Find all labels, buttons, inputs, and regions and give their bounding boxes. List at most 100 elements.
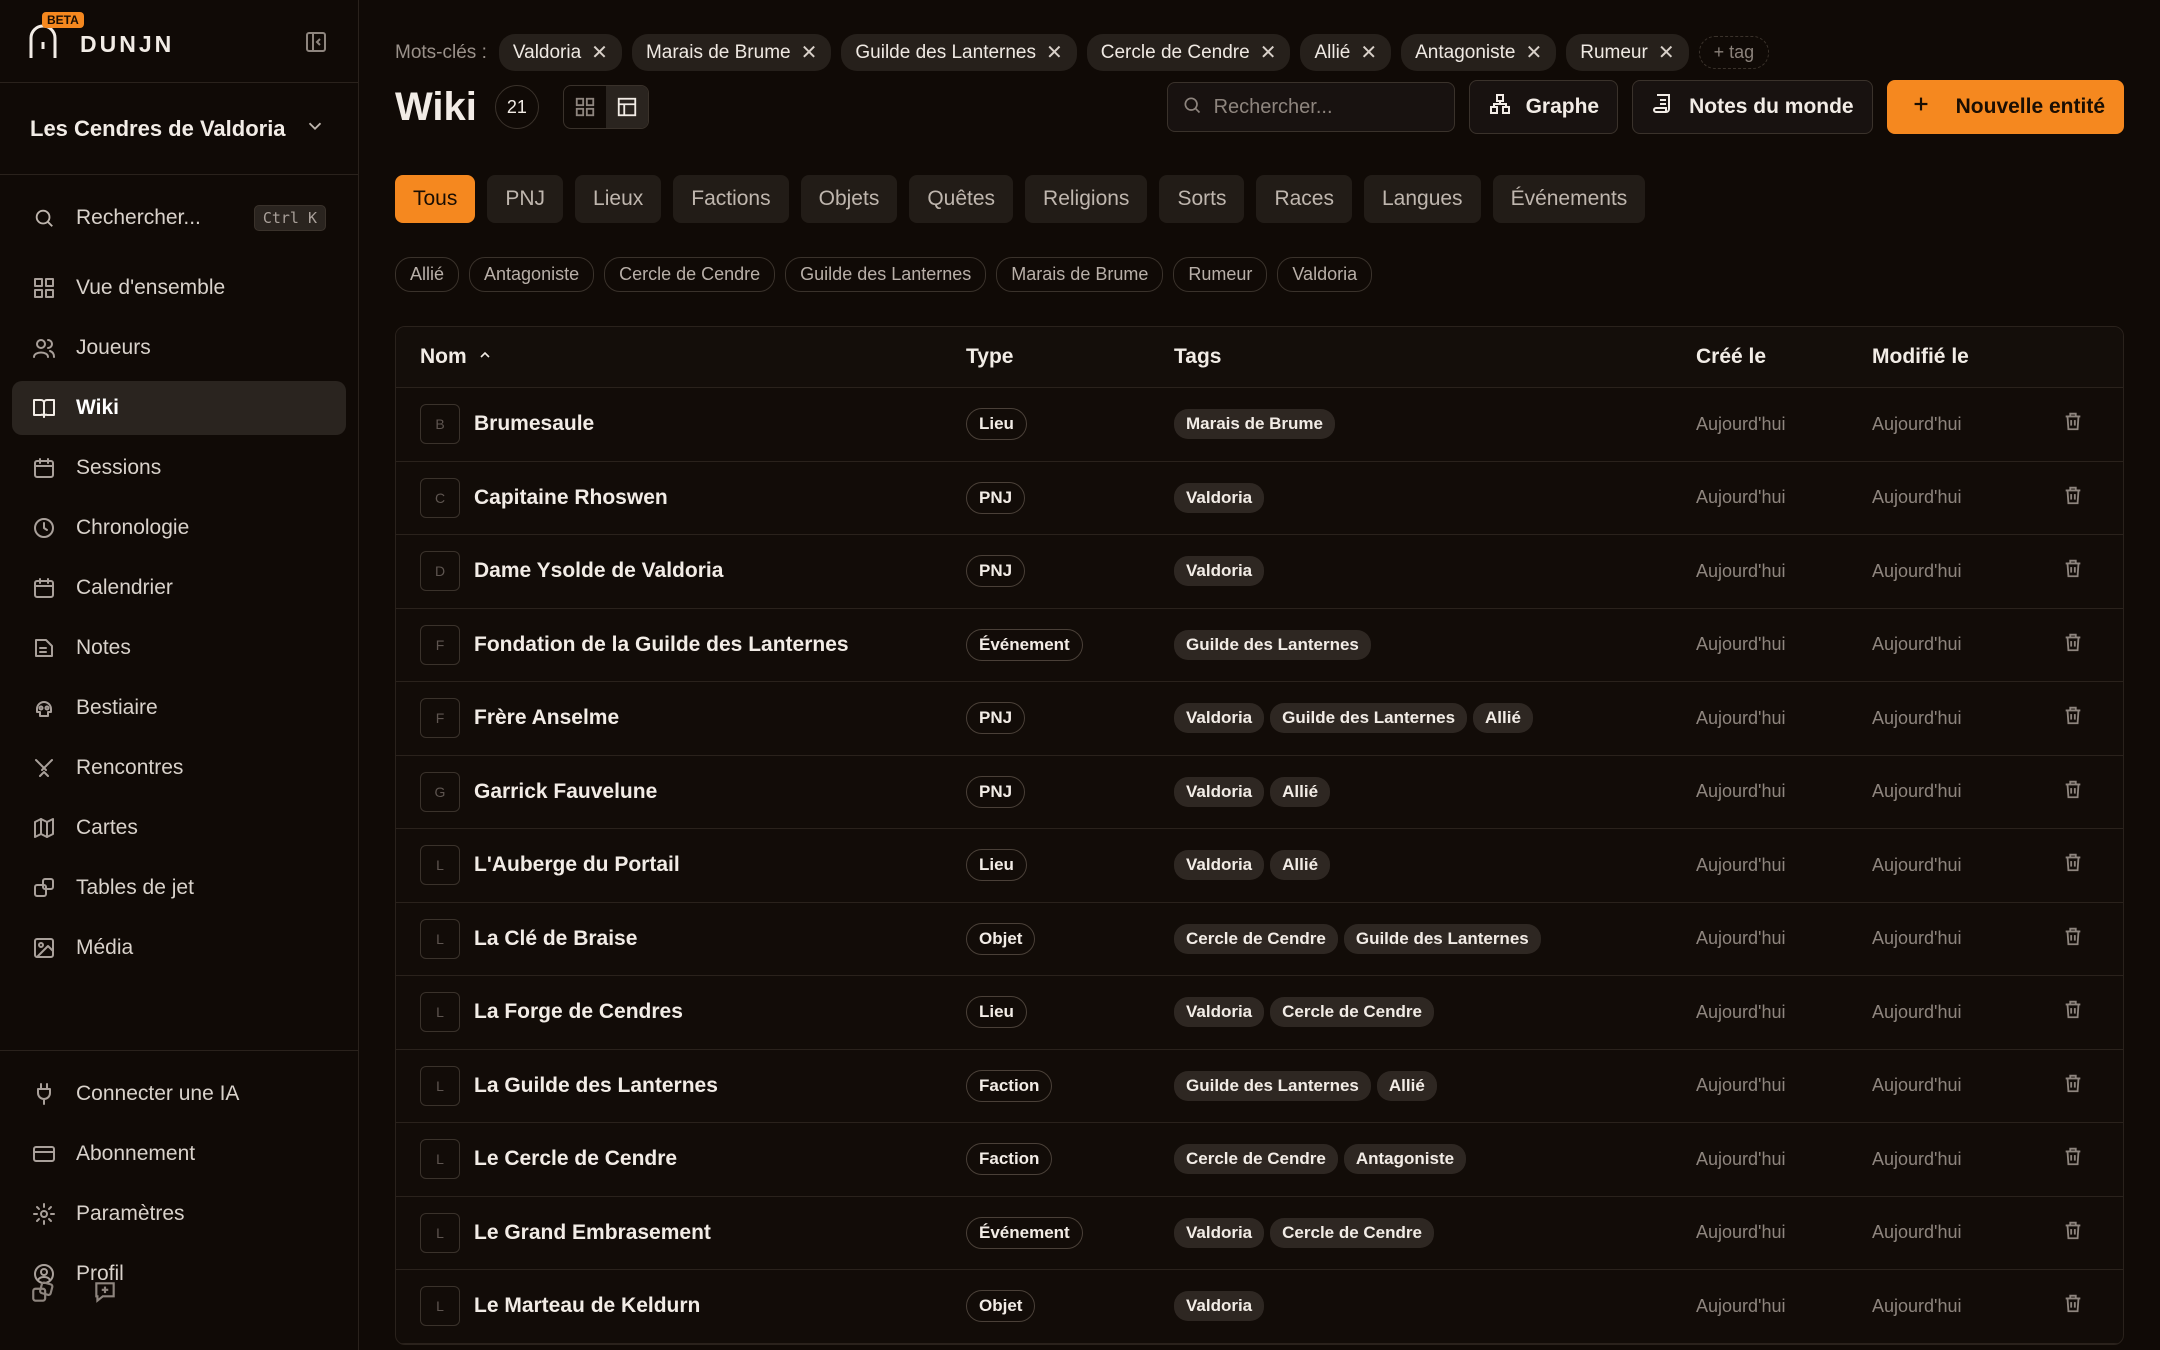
sidebar-item-chronologie[interactable]: Chronologie (12, 501, 346, 555)
sidebar-item-tables-de-jet[interactable]: Tables de jet (12, 861, 346, 915)
sidebar-item-abonnement[interactable]: Abonnement (12, 1127, 346, 1181)
table-row[interactable]: L L'Auberge du Portail Lieu Valdoria Allié Au… (396, 829, 2123, 903)
entity-name[interactable]: Brumesaule (474, 412, 594, 436)
entity-name[interactable]: Capitaine Rhoswen (474, 486, 668, 510)
table-row[interactable]: L La Clé de Braise Objet Cercle de Cendre Gu… (396, 903, 2123, 976)
trash-icon[interactable] (2062, 484, 2084, 512)
sidebar-item-bestiaire[interactable]: Bestiaire (12, 681, 346, 735)
table-row[interactable]: F Fondation de la Guilde des Lanternes Évé… (396, 609, 2123, 682)
trash-icon[interactable] (2062, 778, 2084, 806)
wiki-search[interactable] (1166, 82, 1455, 132)
tab-quetes[interactable]: Quêtes (909, 175, 1014, 223)
entity-name[interactable]: Le Marteau de Keldurn (474, 1294, 700, 1318)
table-row[interactable]: L Le Cercle de Cendre Faction Cercle de Cen… (396, 1123, 2123, 1197)
tag-filter-rumeur[interactable]: Rumeur (1173, 257, 1268, 292)
trash-icon[interactable] (2062, 1292, 2084, 1320)
tag-filter-antagoniste[interactable]: Antagoniste (469, 257, 595, 292)
entity-name[interactable]: Fondation de la Guilde des Lanternes (474, 633, 849, 657)
tab-sorts[interactable]: Sorts (1159, 175, 1245, 223)
entity-name[interactable]: Le Cercle de Cendre (474, 1147, 677, 1171)
tag-filter-guilde-des-lanternes[interactable]: Guilde des Lanternes (785, 257, 987, 292)
sidebar-item-notes[interactable]: Notes (12, 621, 346, 675)
tab-lieux[interactable]: Lieux (575, 175, 662, 223)
graph-button[interactable]: Graphe (1468, 80, 1619, 134)
entity-table: Nom Type Tags Créé le Modifié le B Brumes… (395, 326, 2124, 1345)
table-row[interactable]: B Brumesaule Lieu Marais de Brume Aujourd'hu… (396, 388, 2123, 462)
trash-icon[interactable] (2062, 1072, 2084, 1100)
sidebar-item-rencontres[interactable]: Rencontres (12, 741, 346, 795)
table-row[interactable]: L Le Grand Embrasement Événement Valdoria Ce… (396, 1197, 2123, 1270)
entity-name[interactable]: Dame Ysolde de Valdoria (474, 559, 723, 583)
trash-icon[interactable] (2062, 925, 2084, 953)
world-notes-button[interactable]: Notes du monde (1632, 80, 1873, 134)
table-view-icon[interactable] (605, 86, 648, 128)
entity-name[interactable]: Le Grand Embrasement (474, 1221, 711, 1245)
close-icon[interactable]: ✕ (1658, 40, 1675, 65)
new-entity-button[interactable]: Nouvelle entité (1886, 80, 2124, 134)
close-icon[interactable]: ✕ (1525, 40, 1542, 65)
table-row[interactable]: L La Forge de Cendres Lieu Valdoria Cercle d… (396, 976, 2123, 1050)
tag-pill: Cercle de Cendre (1270, 1217, 1434, 1248)
col-modified-header[interactable]: Modifié le (1872, 345, 2022, 369)
col-created-header[interactable]: Créé le (1696, 345, 1872, 369)
sidebar-item-joueurs[interactable]: Joueurs (12, 321, 346, 375)
entity-name[interactable]: La Forge de Cendres (474, 1000, 683, 1024)
table-row[interactable]: D Dame Ysolde de Valdoria PNJ Valdoria Aujou… (396, 535, 2123, 609)
tab-langues[interactable]: Langues (1363, 175, 1481, 223)
feedback-icon[interactable] (92, 1279, 118, 1310)
dice-icon[interactable] (30, 1279, 56, 1310)
tag-pill: Cercle de Cendre (1270, 997, 1434, 1028)
sidebar-item-calendrier[interactable]: Calendrier (12, 561, 346, 615)
grid-view-icon[interactable] (564, 86, 606, 128)
close-icon[interactable]: ✕ (801, 40, 818, 65)
col-type-header[interactable]: Type (966, 345, 1174, 369)
tag-filter-cercle-de-cendre[interactable]: Cercle de Cendre (604, 257, 776, 292)
tab-religions[interactable]: Religions (1025, 175, 1148, 223)
table-row[interactable]: G Garrick Fauvelune PNJ Valdoria Allié Aujour… (396, 756, 2123, 829)
brand-name: DUNJN (80, 30, 175, 57)
world-selector[interactable]: Les Cendres de Valdoria (0, 83, 358, 175)
trash-icon[interactable] (2062, 557, 2084, 585)
tab-tous[interactable]: Tous (395, 175, 476, 223)
tab-objets[interactable]: Objets (800, 175, 898, 223)
sidebar-item-connecter-une-ia[interactable]: Connecter une IA (12, 1067, 346, 1121)
close-icon[interactable]: ✕ (1360, 40, 1377, 65)
tab-factions[interactable]: Factions (673, 175, 789, 223)
entity-name[interactable]: Garrick Fauvelune (474, 780, 657, 804)
entity-name[interactable]: La Guilde des Lanternes (474, 1074, 718, 1098)
tab-evenements[interactable]: Événements (1492, 175, 1646, 223)
entity-name[interactable]: Frère Anselme (474, 706, 619, 730)
table-row[interactable]: L La Guilde des Lanternes Faction Guilde de… (396, 1050, 2123, 1123)
table-row[interactable]: F Frère Anselme PNJ Valdoria Guilde des Lant… (396, 682, 2123, 756)
close-icon[interactable]: ✕ (591, 40, 608, 65)
trash-icon[interactable] (2062, 704, 2084, 732)
sidebar-item-vue-d-ensemble[interactable]: Vue d'ensemble (12, 261, 346, 315)
close-icon[interactable]: ✕ (1260, 40, 1277, 65)
sidebar-item-wiki[interactable]: Wiki (12, 381, 346, 435)
search-input[interactable] (1213, 95, 1434, 119)
table-row[interactable]: L Le Marteau de Keldurn Objet Valdoria Aujou… (396, 1270, 2123, 1344)
tag-filter-marais-de-brume[interactable]: Marais de Brume (996, 257, 1164, 292)
entity-name[interactable]: La Clé de Braise (474, 927, 637, 951)
trash-icon[interactable] (2062, 851, 2084, 879)
tab-pnj[interactable]: PNJ (487, 175, 564, 223)
trash-icon[interactable] (2062, 998, 2084, 1026)
sidebar-collapse-icon[interactable] (304, 30, 328, 54)
tag-filter-allie[interactable]: Allié (395, 257, 460, 292)
sidebar-search[interactable]: Rechercher... Ctrl K (12, 191, 346, 245)
trash-icon[interactable] (2062, 1219, 2084, 1247)
tab-races[interactable]: Races (1256, 175, 1352, 223)
tag-filter-valdoria[interactable]: Valdoria (1277, 257, 1373, 292)
trash-icon[interactable] (2062, 631, 2084, 659)
table-row[interactable]: C Capitaine Rhoswen PNJ Valdoria Aujourd'hui… (396, 462, 2123, 535)
close-icon[interactable]: ✕ (1046, 40, 1063, 65)
col-name-header[interactable]: Nom (396, 345, 966, 369)
sidebar-item-cartes[interactable]: Cartes (12, 801, 346, 855)
sidebar-item-parametres[interactable]: Paramètres (12, 1187, 346, 1241)
sidebar-item-sessions[interactable]: Sessions (12, 441, 346, 495)
trash-icon[interactable] (2062, 1145, 2084, 1173)
sidebar-item-media[interactable]: Média (12, 921, 346, 975)
entity-name[interactable]: L'Auberge du Portail (474, 853, 680, 877)
trash-icon[interactable] (2062, 410, 2084, 438)
add-tag-button[interactable]: + tag (1698, 36, 1770, 69)
